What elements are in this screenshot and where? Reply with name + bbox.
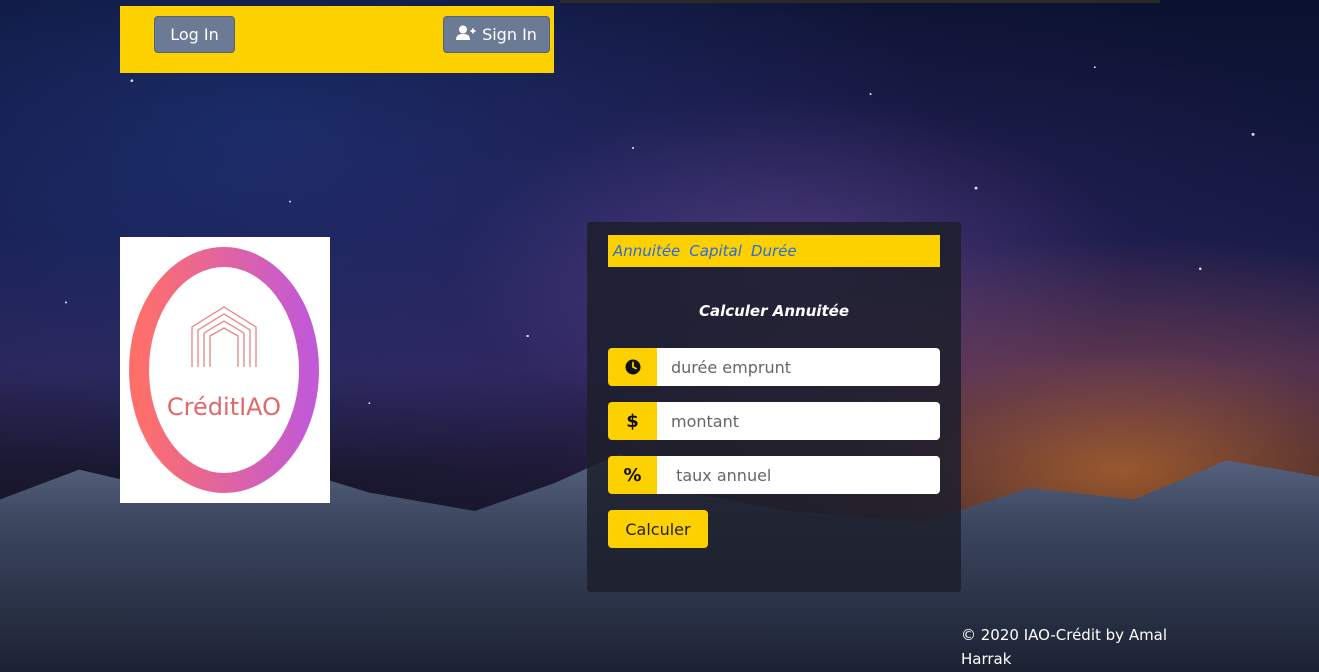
login-button[interactable]: Log In: [154, 16, 235, 53]
signin-button-label: Sign In: [482, 25, 537, 44]
calculate-button[interactable]: Calculer: [608, 510, 708, 548]
duration-input-group: [608, 348, 940, 386]
rate-input-group: %: [608, 456, 940, 494]
tab-capital[interactable]: Capital: [689, 242, 742, 260]
tab-duree[interactable]: Durée: [751, 242, 797, 260]
brand-logo: CréditIAO: [120, 237, 330, 503]
clock-icon: [608, 348, 657, 386]
duration-input[interactable]: [657, 348, 940, 386]
tab-annuitee[interactable]: Annuitée: [613, 242, 680, 260]
footer-copyright: © 2020 IAO-Crédit by Amal Harrak: [961, 626, 1168, 668]
signin-button[interactable]: Sign In: [443, 16, 550, 53]
top-border-line: [560, 0, 1160, 3]
amount-input[interactable]: [657, 402, 940, 440]
dollar-icon: $: [608, 402, 657, 440]
tabs-bar: Annuitée Capital Durée: [608, 235, 940, 267]
calculator-panel: Annuitée Capital Durée Calculer Annuitée…: [587, 222, 961, 592]
login-button-label: Log In: [170, 25, 219, 44]
form-title: Calculer Annuitée: [698, 302, 850, 320]
percent-icon: %: [608, 456, 657, 494]
navbar: Log In Sign In: [120, 6, 554, 73]
rate-input[interactable]: [657, 456, 940, 494]
logo-text: CréditIAO: [167, 393, 281, 421]
user-plus-icon: [456, 25, 476, 45]
amount-input-group: $: [608, 402, 940, 440]
